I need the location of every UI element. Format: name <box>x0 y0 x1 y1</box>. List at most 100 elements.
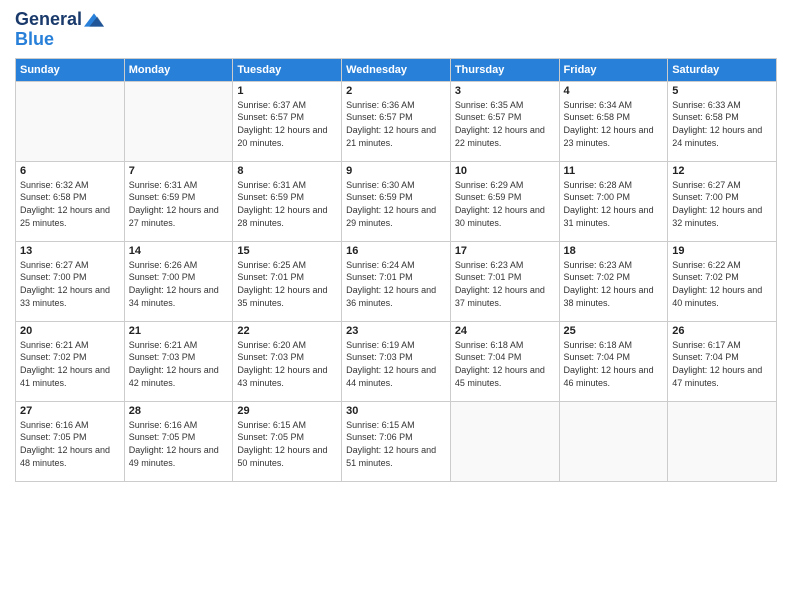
calendar-cell-13: 12Sunrise: 6:27 AM Sunset: 7:00 PM Dayli… <box>668 161 777 241</box>
calendar-cell-7: 6 Sunrise: 6:32 AM Sunset: 6:58 PM Daylig… <box>16 161 125 241</box>
calendar-cell-27: 26 Sunrise: 6:17 AM Sunset: 7:04 PM Dayli… <box>668 321 777 401</box>
calendar-cell-22: 21 Sunrise: 6:21 AM Sunset: 7:03 PM Dayli… <box>124 321 233 401</box>
logo-text: General <box>15 10 82 30</box>
day-info-25: Sunrise: 6:18 AM Sunset: 7:04 PM Dayligh… <box>564 339 664 389</box>
day-number-6: 6 <box>20 165 120 177</box>
day-number-25: 25 <box>564 325 664 337</box>
day-info-6: Sunrise: 6:32 AM Sunset: 6:58 PM Dayligh… <box>20 179 120 229</box>
calendar-cell-8: 7 Sunrise: 6:31 AM Sunset: 6:59 PM Daylig… <box>124 161 233 241</box>
calendar-cell-31: 30 Sunrise: 6:15 AM Sunset: 7:06 PM Dayli… <box>342 401 451 481</box>
day-number-11: 11 <box>564 165 664 177</box>
weekday-header-friday: Friday <box>559 58 668 81</box>
day-number-8: 8 <box>237 165 337 177</box>
day-number-23: 23 <box>346 325 446 337</box>
calendar-cell-17: 16 Sunrise: 6:24 AM Sunset: 7:01 PM Dayli… <box>342 241 451 321</box>
calendar-cell-25: 24 Sunrise: 6:18 AM Sunset: 7:04 PM Dayli… <box>450 321 559 401</box>
calendar-cell-24: 23Sunrise: 6:19 AM Sunset: 7:03 PM Dayli… <box>342 321 451 401</box>
day-number-7: 7 <box>129 165 229 177</box>
day-number-28: 28 <box>129 405 229 417</box>
day-number-14: 14 <box>129 245 229 257</box>
day-number-19: 19 <box>672 245 772 257</box>
day-number-18: 18 <box>564 245 664 257</box>
calendar-cell-29: 28 Sunrise: 6:16 AM Sunset: 7:05 PM Dayli… <box>124 401 233 481</box>
day-info-18: Sunrise: 6:23 AM Sunset: 7:02 PM Dayligh… <box>564 259 664 309</box>
weekday-header-saturday: Saturday <box>668 58 777 81</box>
calendar-cell-34 <box>668 401 777 481</box>
calendar-row-2: 6 Sunrise: 6:32 AM Sunset: 6:58 PM Daylig… <box>16 161 777 241</box>
weekday-header-wednesday: Wednesday <box>342 58 451 81</box>
calendar-row-5: 27 Sunrise: 6:16 AM Sunset: 7:05 PM Dayli… <box>16 401 777 481</box>
day-info-4: Sunrise: 6:34 AM Sunset: 6:58 PM Dayligh… <box>564 99 664 149</box>
day-info-28: Sunrise: 6:16 AM Sunset: 7:05 PM Dayligh… <box>129 419 229 469</box>
weekday-header-thursday: Thursday <box>450 58 559 81</box>
weekday-header-row: SundayMondayTuesdayWednesdayThursdayFrid… <box>16 58 777 81</box>
day-number-1: 1 <box>237 85 337 97</box>
calendar-cell-16: 15 Sunrise: 6:25 AM Sunset: 7:01 PM Dayli… <box>233 241 342 321</box>
calendar-row-1: 1 Sunrise: 6:37 AM Sunset: 6:57 PM Daylig… <box>16 81 777 161</box>
day-info-16: Sunrise: 6:24 AM Sunset: 7:01 PM Dayligh… <box>346 259 446 309</box>
logo-blue-text: Blue <box>15 30 104 50</box>
day-info-15: Sunrise: 6:25 AM Sunset: 7:01 PM Dayligh… <box>237 259 337 309</box>
weekday-header-sunday: Sunday <box>16 58 125 81</box>
day-number-9: 9 <box>346 165 446 177</box>
day-number-10: 10 <box>455 165 555 177</box>
calendar-cell-33 <box>559 401 668 481</box>
weekday-header-monday: Monday <box>124 58 233 81</box>
page: General Blue SundayMondayTuesdayWednesda… <box>0 0 792 612</box>
calendar-cell-20: 19Sunrise: 6:22 AM Sunset: 7:02 PM Dayli… <box>668 241 777 321</box>
day-number-17: 17 <box>455 245 555 257</box>
day-info-20: Sunrise: 6:21 AM Sunset: 7:02 PM Dayligh… <box>20 339 120 389</box>
day-number-21: 21 <box>129 325 229 337</box>
day-number-29: 29 <box>237 405 337 417</box>
day-info-17: Sunrise: 6:23 AM Sunset: 7:01 PM Dayligh… <box>455 259 555 309</box>
calendar-cell-0 <box>16 81 125 161</box>
day-info-5: Sunrise: 6:33 AM Sunset: 6:58 PM Dayligh… <box>672 99 772 149</box>
day-number-13: 13 <box>20 245 120 257</box>
day-number-26: 26 <box>672 325 772 337</box>
day-number-15: 15 <box>237 245 337 257</box>
day-info-27: Sunrise: 6:16 AM Sunset: 7:05 PM Dayligh… <box>20 419 120 469</box>
day-info-11: Sunrise: 6:28 AM Sunset: 7:00 PM Dayligh… <box>564 179 664 229</box>
day-info-1: Sunrise: 6:37 AM Sunset: 6:57 PM Dayligh… <box>237 99 337 149</box>
day-number-12: 12 <box>672 165 772 177</box>
day-info-2: Sunrise: 6:36 AM Sunset: 6:57 PM Dayligh… <box>346 99 446 149</box>
calendar-cell-15: 14Sunrise: 6:26 AM Sunset: 7:00 PM Dayli… <box>124 241 233 321</box>
day-number-16: 16 <box>346 245 446 257</box>
weekday-header-tuesday: Tuesday <box>233 58 342 81</box>
calendar-cell-30: 29Sunrise: 6:15 AM Sunset: 7:05 PM Dayli… <box>233 401 342 481</box>
day-number-27: 27 <box>20 405 120 417</box>
day-info-7: Sunrise: 6:31 AM Sunset: 6:59 PM Dayligh… <box>129 179 229 229</box>
day-number-2: 2 <box>346 85 446 97</box>
calendar-table: SundayMondayTuesdayWednesdayThursdayFrid… <box>15 58 777 482</box>
calendar-cell-12: 11 Sunrise: 6:28 AM Sunset: 7:00 PM Dayli… <box>559 161 668 241</box>
calendar-row-4: 20 Sunrise: 6:21 AM Sunset: 7:02 PM Dayli… <box>16 321 777 401</box>
day-info-13: Sunrise: 6:27 AM Sunset: 7:00 PM Dayligh… <box>20 259 120 309</box>
calendar-cell-10: 9 Sunrise: 6:30 AM Sunset: 6:59 PM Daylig… <box>342 161 451 241</box>
day-info-21: Sunrise: 6:21 AM Sunset: 7:03 PM Dayligh… <box>129 339 229 389</box>
logo: General Blue <box>15 10 104 50</box>
calendar-cell-19: 18 Sunrise: 6:23 AM Sunset: 7:02 PM Dayli… <box>559 241 668 321</box>
day-number-5: 5 <box>672 85 772 97</box>
day-info-9: Sunrise: 6:30 AM Sunset: 6:59 PM Dayligh… <box>346 179 446 229</box>
calendar-cell-18: 17 Sunrise: 6:23 AM Sunset: 7:01 PM Dayli… <box>450 241 559 321</box>
day-number-30: 30 <box>346 405 446 417</box>
calendar-cell-3: 2 Sunrise: 6:36 AM Sunset: 6:57 PM Daylig… <box>342 81 451 161</box>
day-info-26: Sunrise: 6:17 AM Sunset: 7:04 PM Dayligh… <box>672 339 772 389</box>
day-number-24: 24 <box>455 325 555 337</box>
calendar-cell-28: 27 Sunrise: 6:16 AM Sunset: 7:05 PM Dayli… <box>16 401 125 481</box>
day-number-3: 3 <box>455 85 555 97</box>
day-info-3: Sunrise: 6:35 AM Sunset: 6:57 PM Dayligh… <box>455 99 555 149</box>
calendar-cell-9: 8 Sunrise: 6:31 AM Sunset: 6:59 PM Daylig… <box>233 161 342 241</box>
day-info-8: Sunrise: 6:31 AM Sunset: 6:59 PM Dayligh… <box>237 179 337 229</box>
calendar-cell-6: 5 Sunrise: 6:33 AM Sunset: 6:58 PM Daylig… <box>668 81 777 161</box>
day-info-24: Sunrise: 6:18 AM Sunset: 7:04 PM Dayligh… <box>455 339 555 389</box>
day-info-30: Sunrise: 6:15 AM Sunset: 7:06 PM Dayligh… <box>346 419 446 469</box>
calendar-cell-14: 13 Sunrise: 6:27 AM Sunset: 7:00 PM Dayli… <box>16 241 125 321</box>
day-number-20: 20 <box>20 325 120 337</box>
day-number-4: 4 <box>564 85 664 97</box>
calendar-cell-23: 22Sunrise: 6:20 AM Sunset: 7:03 PM Dayli… <box>233 321 342 401</box>
calendar-cell-4: 3 Sunrise: 6:35 AM Sunset: 6:57 PM Daylig… <box>450 81 559 161</box>
calendar-cell-11: 10Sunrise: 6:29 AM Sunset: 6:59 PM Dayli… <box>450 161 559 241</box>
calendar-cell-5: 4 Sunrise: 6:34 AM Sunset: 6:58 PM Daylig… <box>559 81 668 161</box>
calendar-cell-26: 25 Sunrise: 6:18 AM Sunset: 7:04 PM Dayli… <box>559 321 668 401</box>
